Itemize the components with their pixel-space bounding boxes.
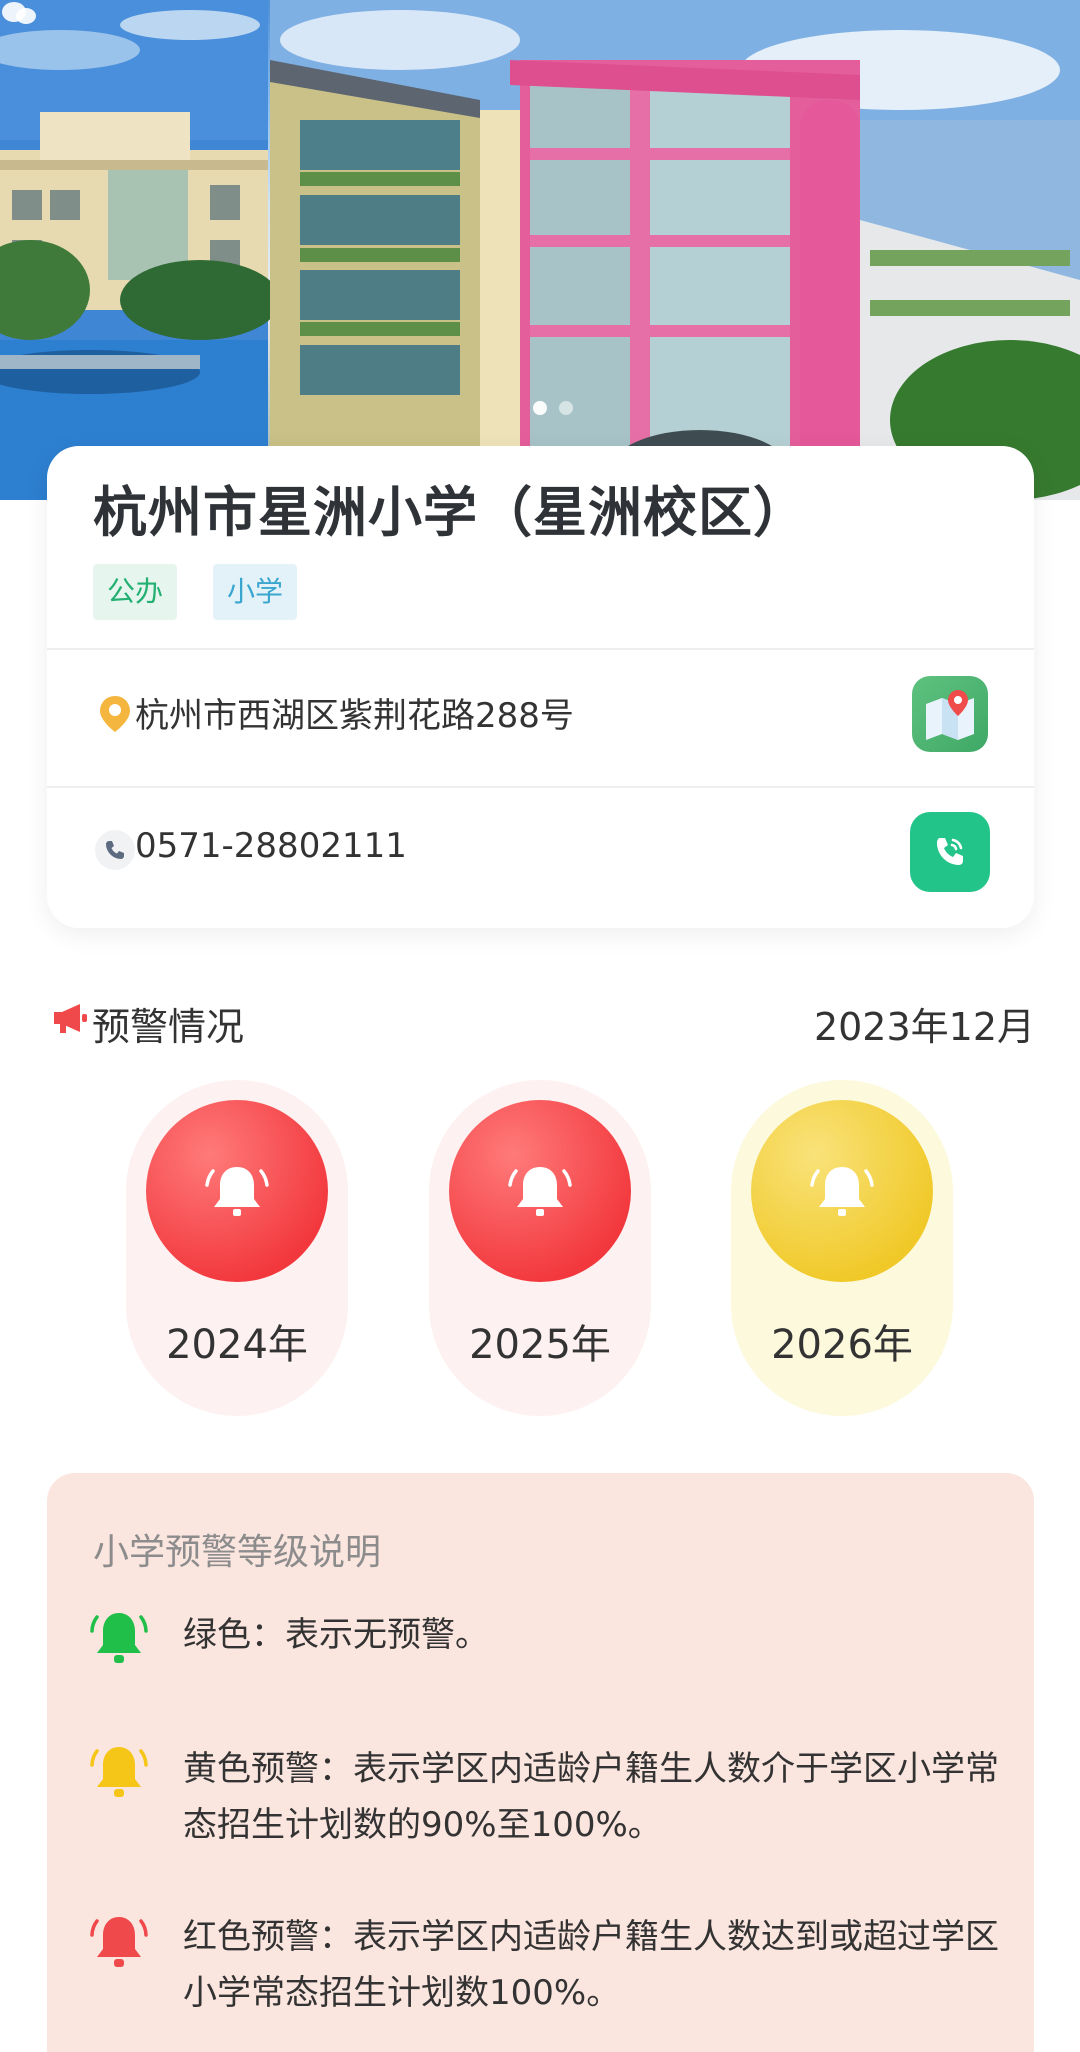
warning-year-2026[interactable]: 2026年 [731, 1080, 953, 1416]
warning-year-label: 2026年 [771, 1322, 913, 1368]
phone-icon-badge [95, 830, 135, 870]
map-navigation-button[interactable] [912, 676, 988, 752]
yellow-bell-icon [90, 1747, 148, 1797]
legend-title: 小学预警等级说明 [93, 1532, 382, 1573]
warning-year-2024[interactable]: 2024年 [126, 1080, 348, 1416]
warning-level-badge [146, 1100, 328, 1282]
school-info-card: 杭州市星洲小学（星洲校区） 公办 小学 杭州市西湖区紫荆花路288号 0571-… [47, 446, 1034, 928]
warning-level-legend: 小学预警等级说明 绿色：表示无预警。 黄色预警：表示学区内适龄户籍生人数介于学区… [47, 1473, 1034, 2052]
bell-icon [810, 1167, 874, 1216]
school-photo-banner[interactable] [0, 0, 1080, 500]
warning-section-header: 预警情况 2023年12月 [50, 996, 1035, 1049]
school-address: 杭州市西湖区紫荆花路288号 [135, 696, 574, 736]
school-type-tag: 公办 [93, 564, 178, 620]
warning-year-label: 2024年 [166, 1322, 308, 1368]
megaphone-icon [54, 1004, 87, 1033]
carousel-dot[interactable] [559, 401, 573, 415]
location-pin-icon [100, 696, 130, 732]
school-level-tag: 小学 [213, 564, 298, 620]
school-name: 杭州市星洲小学（星洲校区） [93, 481, 808, 544]
legend-green-text: 绿色：表示无预警。 [183, 1615, 489, 1655]
school-phone: 0571-28802111 [135, 826, 407, 866]
map-navigation-icon [926, 690, 974, 740]
green-bell-icon [90, 1613, 148, 1663]
divider [47, 786, 1034, 788]
bell-icon [205, 1167, 269, 1216]
wechat-icon[interactable] [0, 0, 38, 26]
red-bell-icon [90, 1917, 148, 1967]
divider [47, 648, 1034, 650]
carousel-indicator [533, 401, 573, 415]
warning-year-label: 2025年 [469, 1322, 611, 1368]
school-photo [0, 0, 1080, 500]
warning-year-2025[interactable]: 2025年 [429, 1080, 651, 1416]
phone-call-icon [937, 838, 963, 865]
warning-date: 2023年12月 [813, 1005, 1035, 1049]
legend-red-text: 红色预警：表示学区内适龄户籍生人数达到或超过学区小学常态招生计划数100%。 [183, 1917, 999, 2013]
warning-title: 预警情况 [92, 1005, 245, 1049]
warning-level-badge [449, 1100, 631, 1282]
phone-icon [106, 841, 124, 859]
legend-yellow-text: 黄色预警：表示学区内适龄户籍生人数介于学区小学常态招生计划数的90%至100%。 [183, 1749, 999, 1845]
warning-level-badge [751, 1100, 933, 1282]
carousel-dot-active[interactable] [533, 401, 547, 415]
bell-icon [508, 1167, 572, 1216]
call-button[interactable] [910, 812, 990, 892]
